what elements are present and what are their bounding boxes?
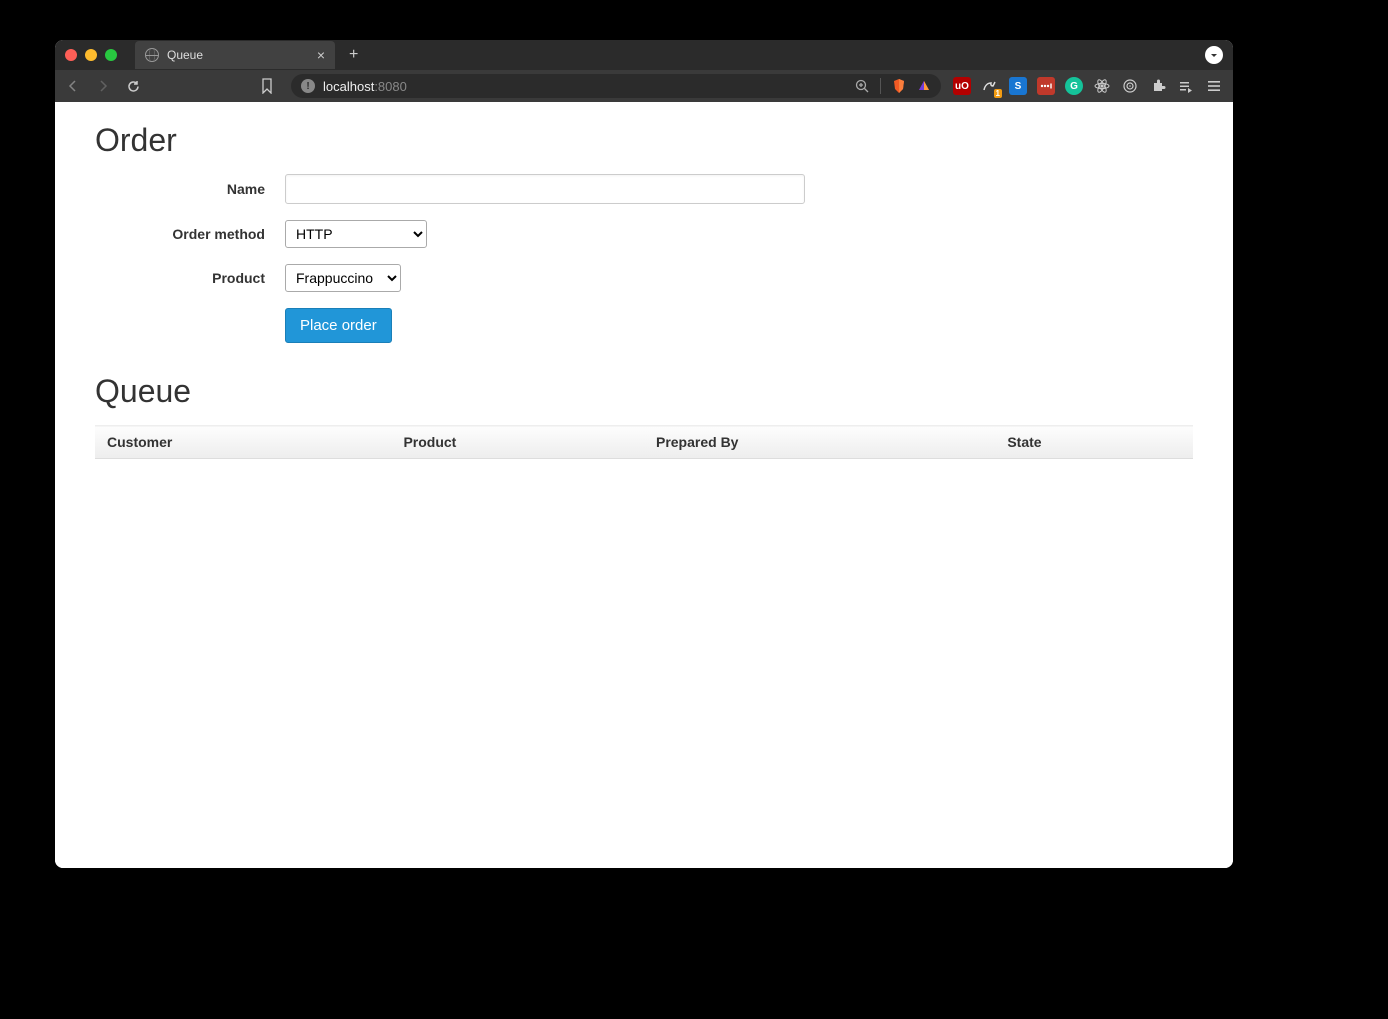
browser-titlebar: Queue × + (55, 40, 1233, 70)
col-prepared-by: Prepared By (644, 426, 995, 459)
extension-badge: 1 (994, 89, 1002, 98)
col-product: Product (391, 426, 644, 459)
browser-toolbar: ! localhost:8080 uO 1 (55, 70, 1233, 102)
extension-lastpass-icon[interactable] (1037, 77, 1055, 95)
extensions-bar: uO 1 S G (953, 77, 1223, 95)
nav-back-button[interactable] (65, 78, 81, 94)
product-label: Product (95, 270, 285, 286)
window-minimize-button[interactable] (85, 49, 97, 61)
globe-icon (145, 48, 159, 62)
address-bar[interactable]: ! localhost:8080 (291, 74, 941, 98)
place-order-button[interactable]: Place order (285, 308, 392, 343)
window-controls (65, 49, 117, 61)
page-content: Order Name Order method HTTP Product Fra… (55, 102, 1233, 868)
tab-close-button[interactable]: × (317, 48, 325, 62)
url-host: localhost (323, 79, 374, 94)
extension-react-devtools-icon[interactable] (1093, 77, 1111, 95)
browser-tab[interactable]: Queue × (135, 41, 335, 69)
order-form: Name Order method HTTP Product Frappucci… (95, 174, 1193, 343)
order-method-select[interactable]: HTTP (285, 220, 427, 248)
extension-grammarly-icon[interactable]: G (1065, 77, 1083, 95)
name-input[interactable] (285, 174, 805, 204)
queue-heading: Queue (95, 373, 1193, 410)
window-maximize-button[interactable] (105, 49, 117, 61)
browser-menu-icon[interactable] (1205, 77, 1223, 95)
table-header-row: Customer Product Prepared By State (95, 426, 1193, 459)
order-method-label: Order method (95, 226, 285, 242)
site-info-icon[interactable]: ! (301, 79, 315, 93)
extension-honey-icon[interactable]: 1 (981, 77, 999, 95)
name-label: Name (95, 181, 285, 197)
extensions-puzzle-icon[interactable] (1149, 77, 1167, 95)
extension-sapling-icon[interactable]: S (1009, 77, 1027, 95)
product-select[interactable]: Frappuccino (285, 264, 401, 292)
brave-rewards-icon[interactable] (917, 79, 931, 93)
col-customer: Customer (95, 426, 391, 459)
window-close-button[interactable] (65, 49, 77, 61)
extension-target-icon[interactable] (1121, 77, 1139, 95)
nav-forward-button[interactable] (95, 78, 111, 94)
media-control-icon[interactable] (1177, 77, 1195, 95)
queue-table: Customer Product Prepared By State (95, 425, 1193, 459)
browser-profile-menu[interactable] (1205, 46, 1223, 64)
bookmark-icon[interactable] (259, 78, 275, 94)
separator (880, 78, 881, 94)
tab-title: Queue (167, 48, 203, 62)
col-state: State (995, 426, 1193, 459)
new-tab-button[interactable]: + (349, 46, 358, 64)
url-port: :8080 (374, 79, 407, 94)
zoom-icon[interactable] (855, 79, 870, 94)
browser-window: Queue × + ! (55, 40, 1233, 868)
order-heading: Order (95, 122, 1193, 159)
brave-shields-icon[interactable] (891, 78, 907, 94)
nav-reload-button[interactable] (125, 78, 141, 94)
extension-ublock-icon[interactable]: uO (953, 77, 971, 95)
